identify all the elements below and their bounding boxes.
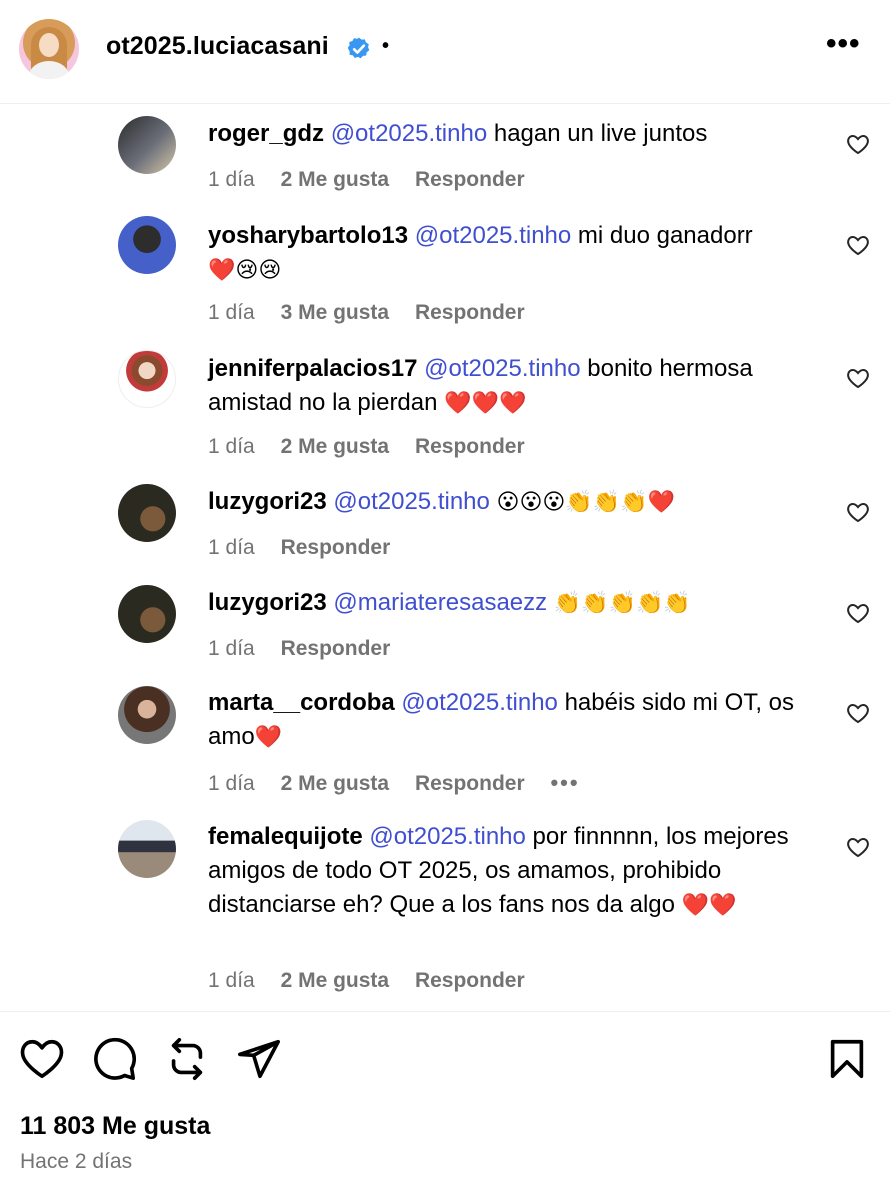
post-header: ot2025.luciacasani • ••• [0, 0, 890, 104]
comment-meta: 1 día Responder [208, 536, 410, 560]
more-options-icon[interactable]: ••• [826, 29, 860, 64]
comment-likes[interactable]: 3 Me gusta [281, 301, 390, 324]
comment-like-icon[interactable] [846, 133, 870, 155]
avatar-face [39, 33, 59, 57]
comment-more-icon[interactable]: ••• [550, 770, 579, 795]
comment-time: 1 día [208, 637, 255, 660]
comment-like-icon[interactable] [846, 234, 870, 256]
comment-mention[interactable]: @ot2025.tinho [401, 689, 557, 716]
comment-meta: 1 día 2 Me gusta Responder [208, 969, 545, 993]
commenter-avatar[interactable] [118, 216, 176, 274]
comment-emojis: 👏👏👏👏👏 [553, 590, 691, 615]
comment-text: marta__cordoba @ot2025.tinho habéis sido… [208, 686, 818, 754]
comment-username[interactable]: luzygori23 [208, 589, 327, 616]
comment-username[interactable]: femalequijote [208, 823, 363, 850]
comment-likes[interactable]: 2 Me gusta [281, 772, 390, 795]
comment-time: 1 día [208, 536, 255, 559]
comment-meta: 1 día 2 Me gusta Responder ••• [208, 770, 600, 796]
comment-body: hagan un live juntos [487, 120, 708, 147]
comment-mention[interactable]: @mariateresasaezz [333, 589, 547, 616]
comment-text: luzygori23 @mariateresasaezz 👏👏👏👏👏 [208, 586, 818, 620]
comment-time: 1 día [208, 168, 255, 191]
comment-meta: 1 día 2 Me gusta Responder [208, 435, 545, 459]
comment-time: 1 día [208, 435, 255, 458]
reply-button[interactable]: Responder [415, 435, 525, 458]
reply-button[interactable]: Responder [281, 536, 391, 559]
comment-time: 1 día [208, 772, 255, 795]
comment-username[interactable]: luzygori23 [208, 488, 327, 515]
comment-likes[interactable]: 2 Me gusta [281, 969, 390, 992]
comment-mention[interactable]: @ot2025.tinho [424, 355, 580, 382]
comment-mention[interactable]: @ot2025.tinho [369, 823, 525, 850]
comment-username[interactable]: marta__cordoba [208, 689, 395, 716]
comment-text: yosharybartolo13 @ot2025.tinho mi duo ga… [208, 219, 818, 287]
reply-button[interactable]: Responder [281, 637, 391, 660]
comment-likes[interactable]: 2 Me gusta [281, 435, 390, 458]
comment-meta: 1 día Responder [208, 637, 410, 661]
comment-like-icon[interactable] [846, 602, 870, 624]
comment-text: roger_gdz @ot2025.tinho hagan un live ju… [208, 117, 818, 151]
comment-emojis: ❤️ [254, 724, 283, 749]
comment-like-icon[interactable] [846, 501, 870, 523]
profile-avatar[interactable] [19, 19, 79, 79]
comment-username[interactable]: jenniferpalacios17 [208, 355, 417, 382]
bookmark-icon[interactable] [824, 1036, 870, 1082]
commenter-avatar[interactable] [118, 686, 176, 744]
comment-meta: 1 día 3 Me gusta Responder [208, 301, 545, 325]
reply-button[interactable]: Responder [415, 301, 525, 324]
comment-mention[interactable]: @ot2025.tinho [333, 488, 489, 515]
comment-body: mi duo ganadorr [571, 222, 753, 249]
commenter-avatar[interactable] [118, 484, 176, 542]
comment-meta: 1 día 2 Me gusta Responder [208, 168, 545, 192]
post-likes-count[interactable]: 11 803 Me gusta [20, 1112, 210, 1141]
comment-likes[interactable]: 2 Me gusta [281, 168, 390, 191]
reply-button[interactable]: Responder [415, 168, 525, 191]
comment-like-icon[interactable] [846, 702, 870, 724]
comment-emojis: 😮😮😮👏👏👏❤️ [496, 489, 675, 514]
comment-time: 1 día [208, 969, 255, 992]
comment-icon[interactable] [92, 1036, 138, 1082]
repost-icon[interactable] [164, 1036, 210, 1082]
verified-badge-icon [347, 37, 370, 59]
comment-username[interactable]: roger_gdz [208, 120, 324, 147]
comment-emojis: ❤️😢😢 [208, 257, 282, 282]
reply-button[interactable]: Responder [415, 772, 525, 795]
comment-username[interactable]: yosharybartolo13 [208, 222, 408, 249]
header-dot: • [382, 35, 390, 57]
comment-text: luzygori23 @ot2025.tinho 😮😮😮👏👏👏❤️ [208, 485, 818, 519]
share-icon[interactable] [236, 1036, 282, 1082]
comment-text: jenniferpalacios17 @ot2025.tinho bonito … [208, 352, 818, 420]
commenter-avatar[interactable] [118, 350, 176, 408]
comment-mention[interactable]: @ot2025.tinho [331, 120, 487, 147]
comment-time: 1 día [208, 301, 255, 324]
profile-username[interactable]: ot2025.luciacasani [106, 32, 329, 61]
comment-emojis: ❤️❤️ [681, 892, 737, 917]
commenter-avatar[interactable] [118, 820, 176, 878]
comment-like-icon[interactable] [846, 836, 870, 858]
reply-button[interactable]: Responder [415, 969, 525, 992]
comment-emojis: ❤️❤️❤️ [444, 390, 527, 415]
comment-mention[interactable]: @ot2025.tinho [415, 222, 571, 249]
comment-text: femalequijote @ot2025.tinho por finnnnn,… [208, 820, 818, 922]
post-timestamp: Hace 2 días [20, 1150, 133, 1173]
heart-icon[interactable] [19, 1036, 65, 1082]
commenter-avatar[interactable] [118, 585, 176, 643]
commenter-avatar[interactable] [118, 116, 176, 174]
comment-like-icon[interactable] [846, 367, 870, 389]
divider [0, 1011, 890, 1012]
